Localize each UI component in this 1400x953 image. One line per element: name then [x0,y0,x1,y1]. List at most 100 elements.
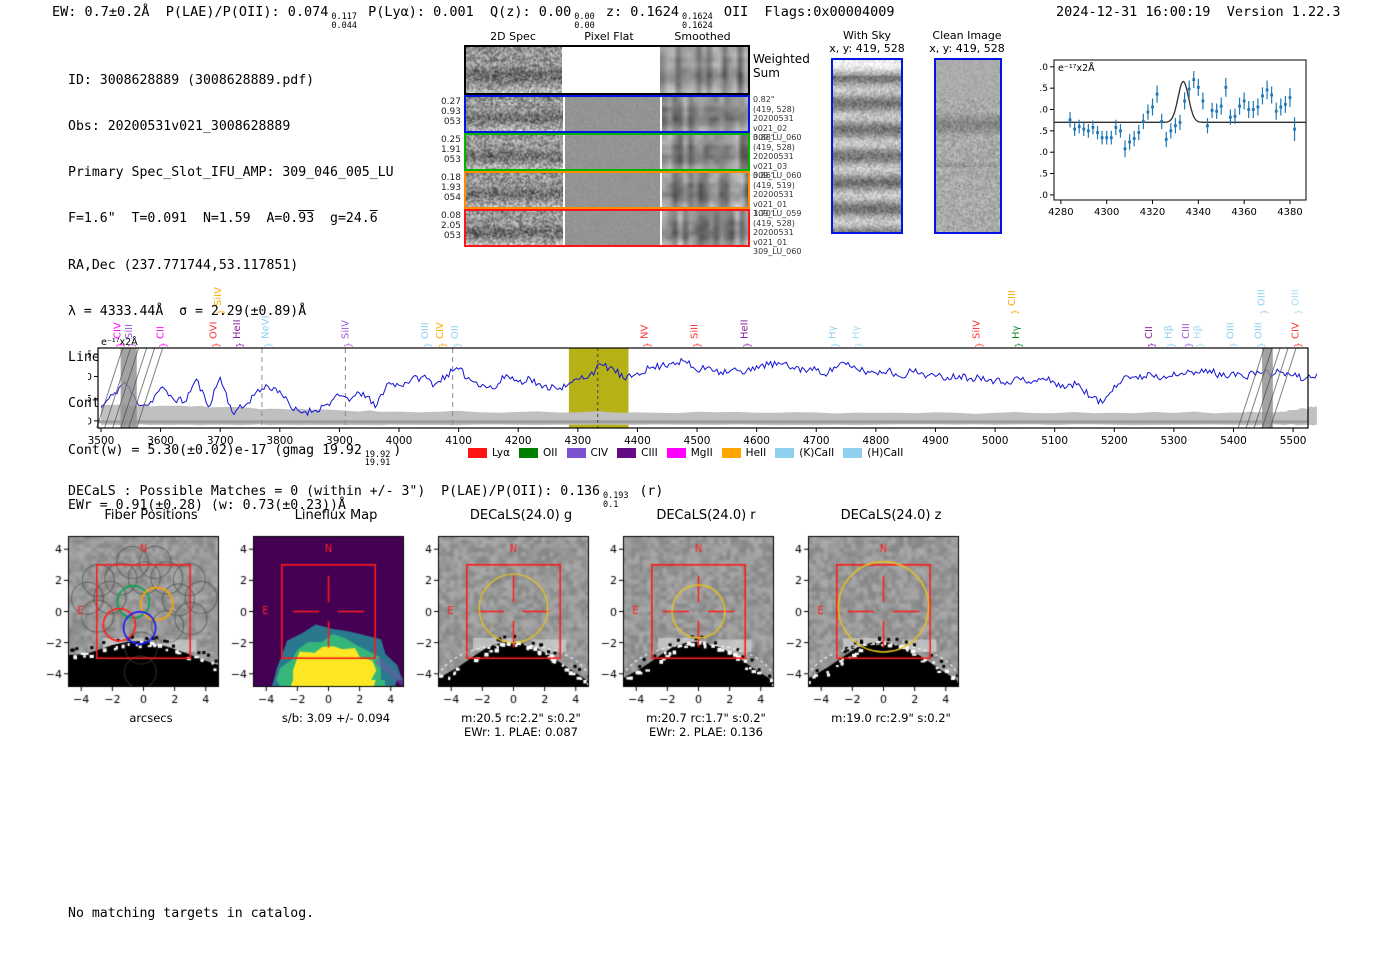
fiber-positions-title: Fiber Positions [104,508,198,523]
emission-line-label: SiII [690,324,701,339]
line-label-brace: { [974,342,984,348]
spec2d-fiber4-smoothed-image [661,211,748,245]
legend-item-mgii: MgII [666,447,713,459]
spec2d-fiber1-2dspec-image [466,97,563,131]
svg-text:5.0: 5.0 [1040,148,1048,158]
spec2d-fiber2-smoothed-image [661,135,748,169]
spec2d-col-header-smoothed: Smoothed [674,30,731,43]
line-label-brace: { [1183,342,1193,348]
lineflux-map-panel: Lineflux Map s/b: 3.09 +/- 0.094 [223,508,423,725]
svg-text:e⁻¹⁷x2Å: e⁻¹⁷x2Å [1058,62,1095,74]
legend-item-hcaii: (H)CaII [843,447,903,459]
emission-line-label: SiIV [213,287,224,306]
report-version: Version 1.22.3 [1226,4,1341,20]
info-obs-line: Obs: 20200531v021_3008628889 [68,119,291,135]
svg-text:4380: 4380 [1277,207,1302,218]
emission-line-label: HeII [740,319,751,339]
full-spectrum-svg: 3500 3600 3700 3800 3900 4000 4100 4200 4300 4400… [79,287,1318,447]
with-sky-image [831,58,903,234]
svg-text:5200: 5200 [1101,435,1128,447]
svg-text:3700: 3700 [207,435,234,447]
line-label-brace: { [262,342,272,348]
legend-swatch [468,448,487,458]
header-plae-frac: 0.117 0.044 [331,12,357,31]
svg-text:3500: 3500 [88,435,114,447]
svg-text:5: 5 [88,394,92,405]
emission-line-label: OVI [209,322,220,340]
svg-text:10: 10 [88,372,92,383]
line-label-brace: { [115,342,125,348]
line-label-brace: { [1228,342,1238,348]
legend-item-ly: Lyα [468,447,510,459]
svg-text:15: 15 [88,350,92,361]
spec2d-fiber4-right-labels: 1.70" (419, 528) 20200531 v021_01 309_LU_060 [753,209,802,256]
emission-line-label: CII [1144,326,1155,339]
decals-g-title: DECaLS(24.0) g [469,508,573,523]
emission-line-label: Hγ [827,325,838,339]
spec2d-row-fiber-1 [464,95,750,133]
line-label-brace: { [1146,342,1156,348]
line-fit-inset-chart: 4280 4300 4320 4340 4360 4380 0.0 2.5 5.0 7.5 10.0… [1028,48,1330,234]
line-label-brace: { [437,342,447,348]
line-label-brace: { [1009,309,1019,315]
legend-item-oii: OII [519,447,558,459]
svg-text:4600: 4600 [743,435,770,447]
legend-item-heii: HeII [721,447,767,459]
emission-line-label: Hγ [851,325,862,339]
line-label-brace: { [126,342,136,348]
header-qz-frac: 0.00 0.00 [574,12,595,31]
svg-text:10.0: 10.0 [1040,106,1048,116]
emission-line-label: NeVI [260,316,271,339]
report-datetime: 2024-12-31 16:00:19 [1056,4,1211,20]
line-label-brace: { [1166,342,1176,348]
header-ew: EW: 0.7±0.2Å P(LAE)/P(OII): 0.074 [52,4,329,20]
line-label-brace: { [1292,309,1302,315]
lineflux-map-title: Lineflux Map [294,508,378,523]
decals-r-panel: DECaLS(24.0) r m:20.7 rc:1.7" s:0.2" EWr… [593,508,793,739]
spec2d-weighted-pixelflat-image [564,47,659,93]
spec2d-fiber2-pixelflat-image [564,135,660,169]
svg-text:4400: 4400 [624,435,651,447]
header-z-frac: 0.1624 0.1624 [682,12,713,31]
legend-swatch [566,448,586,458]
emission-line-label: OIII [1226,322,1237,339]
line-label-brace: { [853,342,863,348]
header-summary-line: EW: 0.7±0.2Å P(LAE)/P(OII): 0.074 0.117 0.… [52,4,895,30]
emission-line-label: CIV [1290,322,1301,339]
svg-text:4320: 4320 [1140,207,1165,218]
svg-text:4300: 4300 [564,435,591,447]
decals-r-title: DECaLS(24.0) r [656,508,756,523]
svg-text:3600: 3600 [147,435,174,447]
legend-item-civ: CIV [566,447,609,459]
decals-z-panel: DECaLS(24.0) z m:19.0 rc:2.9" s:0.2" [778,508,978,725]
spec2d-row-weighted-sum [464,45,750,95]
elixer-report-page: EW: 0.7±0.2Å P(LAE)/P(OII): 0.074 0.117 0.… [0,0,1400,953]
decals-g-photometry: m:20.5 rc:2.2" s:0.2" [461,711,581,725]
line-label-brace: { [452,342,462,348]
spec2d-fiber1-left-labels: 0.27 0.93 053 [440,97,461,127]
svg-text:5400: 5400 [1220,435,1247,447]
fiber-positions-image [38,528,238,711]
legend-label: HeII [745,447,767,459]
spec2d-fiber3-2dspec-image [466,173,563,207]
legend-label: CIV [590,447,609,459]
spectrum-line-legend: Lyα OII CIV CIII MgII HeII (K)CaII (H)CaII [468,447,903,459]
svg-text:4700: 4700 [803,435,830,447]
spec2d-fiber3-left-labels: 0.18 1.93 054 [440,173,461,203]
clean-image-title: Clean Image x, y: 419, 528 [929,29,1005,55]
clean-image [934,58,1002,234]
emission-line-label: OII [450,325,461,339]
legend-swatch [721,448,741,458]
legend-swatch [666,448,686,458]
emission-line-label: CIII [1181,323,1192,339]
header-datetime-version: 2024-12-31 16:00:19 Version 1.22.3 [1056,4,1341,20]
emission-line-label: OIII [420,322,431,339]
header-plya-qz: P(Lyα): 0.001 Q(z): 0.00 [359,4,572,20]
emission-line-label: SiIV [340,320,351,339]
line-label-brace: { [158,342,168,348]
svg-text:4200: 4200 [505,435,532,447]
decals-r-plae: EWr: 2. PLAE: 0.136 [649,725,763,739]
legend-label: (K)CaII [799,447,835,459]
spec2d-fiber4-pixelflat-image [564,211,660,245]
emission-line-label: CIV [435,322,446,339]
